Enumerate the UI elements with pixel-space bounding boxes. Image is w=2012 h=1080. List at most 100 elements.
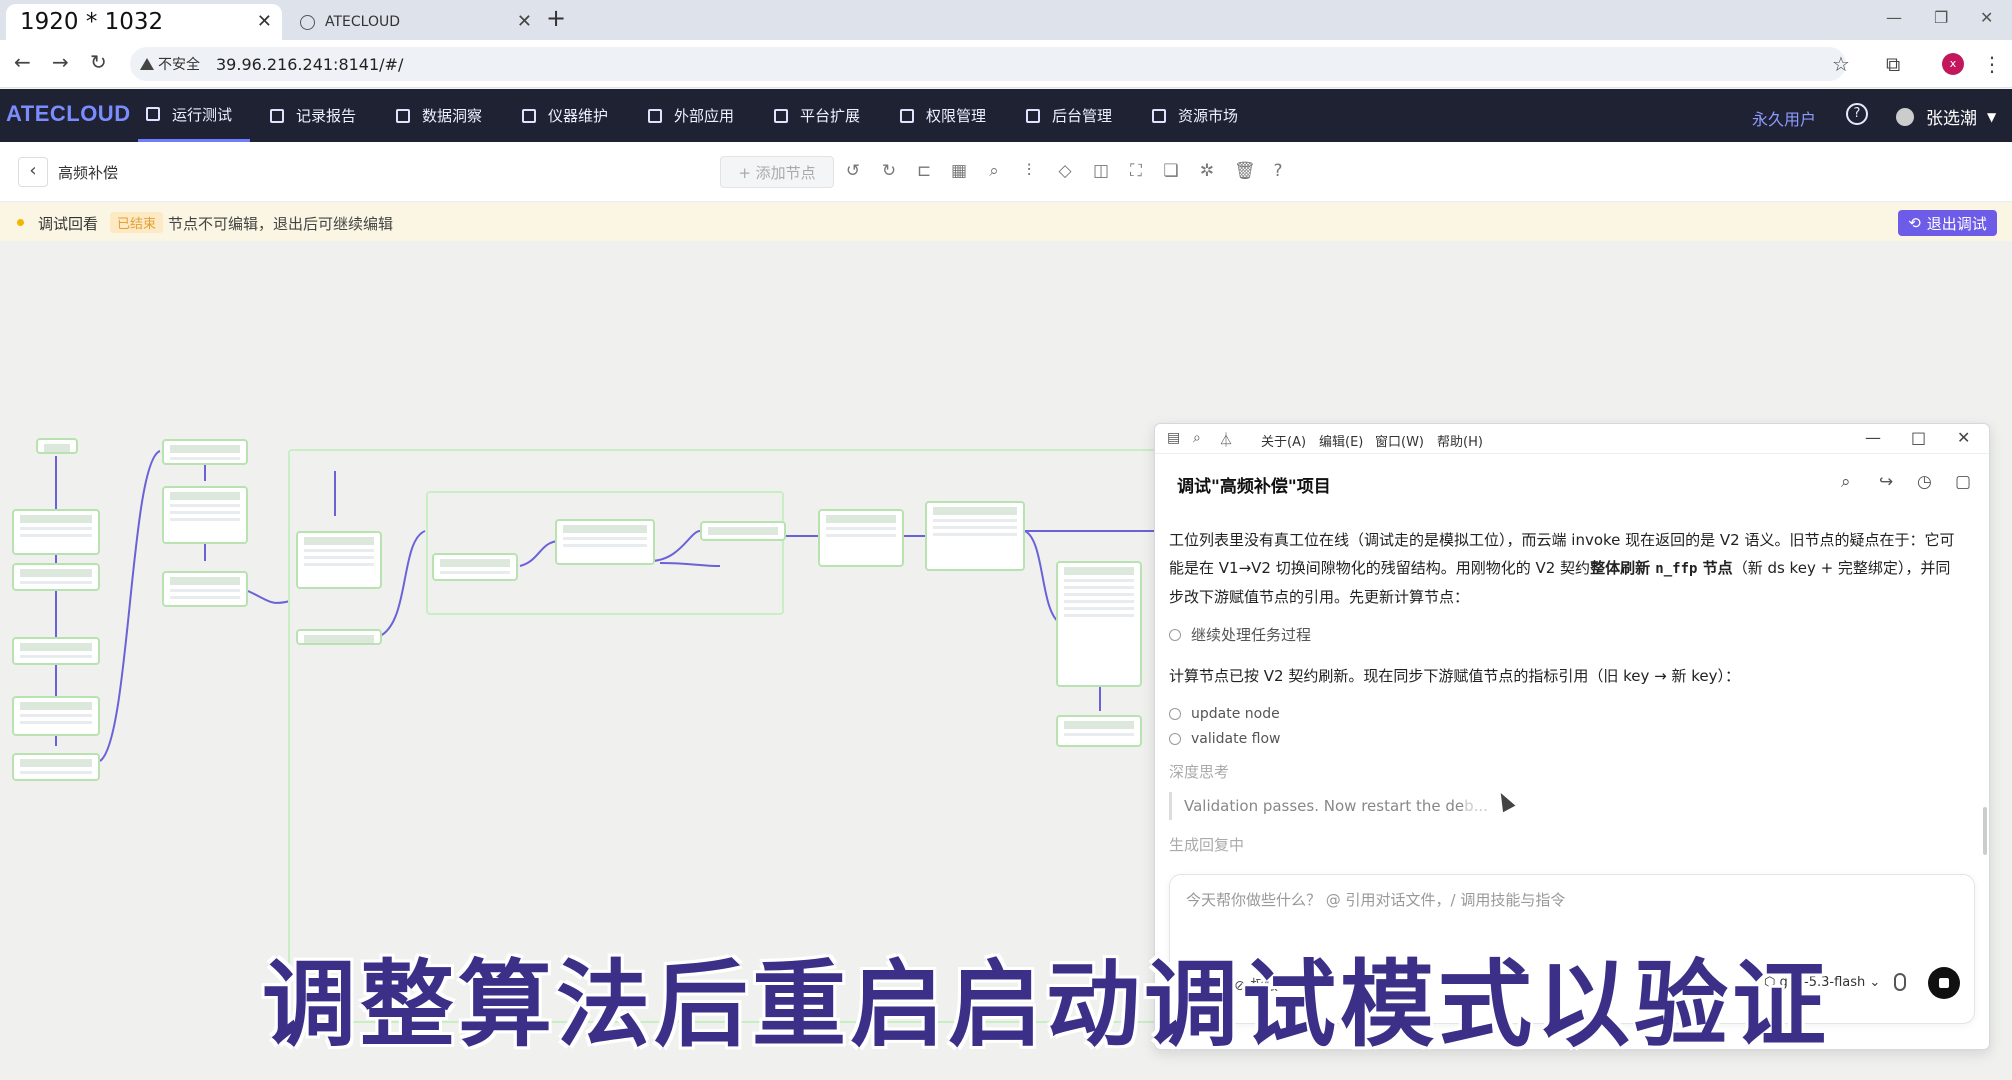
- forward-icon[interactable]: →: [52, 50, 69, 74]
- nav-item-reports[interactable]: 记录报告: [270, 89, 356, 142]
- flow-node[interactable]: [12, 696, 100, 736]
- nav-item-run-test[interactable]: 运行测试: [138, 89, 250, 142]
- flow-node[interactable]: [162, 486, 248, 544]
- minimize-icon[interactable]: —: [1865, 428, 1881, 447]
- search-icon[interactable]: ⌕: [1193, 430, 1201, 446]
- thinking-box: Validation passes. Now restart the deb..…: [1169, 792, 1488, 820]
- restore-icon[interactable]: ❐: [1934, 8, 1948, 27]
- scrollbar[interactable]: [1983, 807, 1987, 855]
- flow-node[interactable]: [296, 629, 382, 645]
- close-icon[interactable]: ✕: [1957, 428, 1970, 447]
- flow-node[interactable]: [12, 753, 100, 781]
- exit-debug-label: 退出调试: [1926, 214, 1987, 233]
- menu-window[interactable]: 窗口(W): [1375, 431, 1424, 450]
- menu-about[interactable]: 关于(A): [1261, 431, 1306, 450]
- tag-icon: [1152, 108, 1166, 123]
- nav-item-permissions[interactable]: 权限管理: [900, 89, 986, 142]
- url-text[interactable]: 39.96.216.241:8141/#/: [216, 55, 403, 74]
- debug-icon[interactable]: ✲: [1198, 162, 1216, 180]
- user-name: 张选潮: [1926, 109, 1977, 129]
- task-step-validate[interactable]: validate flow: [1169, 731, 1281, 747]
- flow-node[interactable]: [12, 509, 100, 555]
- nav-label: 数据洞察: [422, 107, 483, 125]
- close-tab-icon-2[interactable]: ✕: [517, 11, 532, 32]
- extensions-icon[interactable]: ⧉: [1886, 52, 1900, 76]
- profile-avatar[interactable]: x: [1942, 53, 1964, 75]
- nav-item-instruments[interactable]: 仪器维护: [522, 89, 608, 142]
- back-icon[interactable]: ←: [14, 50, 31, 74]
- undo-icon[interactable]: ↺: [844, 162, 862, 180]
- nav-item-market[interactable]: 资源市场: [1152, 89, 1238, 142]
- layout-icon[interactable]: ▦: [950, 162, 968, 180]
- flow-node[interactable]: [432, 553, 518, 581]
- tool-icon: [1169, 733, 1181, 745]
- tab-title: 1920 * 1032: [20, 9, 164, 35]
- editor-toolbar: ‹ 高频补偿 + 添加节点 ↺ ↻ ⊏ ▦ ⌕ ⫶ ◇ ◫ ⛶ ❏ ✲ 🗑 ?: [0, 142, 2012, 202]
- branch-icon[interactable]: ⊏: [915, 162, 933, 180]
- flow-node[interactable]: [12, 563, 100, 591]
- step-label: 继续处理任务过程: [1191, 626, 1312, 644]
- window-close-icon[interactable]: ✕: [1980, 8, 1993, 27]
- more-icon[interactable]: ⋮: [1982, 52, 2002, 76]
- task-step-update[interactable]: update node: [1169, 706, 1280, 722]
- flow-node[interactable]: [162, 439, 248, 465]
- task-step-continue[interactable]: 继续处理任务过程: [1169, 624, 1311, 645]
- app-logo[interactable]: ATECLOUD: [6, 101, 131, 127]
- layout-icon[interactable]: ▢: [1955, 472, 1971, 492]
- maximize-icon[interactable]: □: [1911, 428, 1926, 447]
- new-tab-button[interactable]: +: [546, 4, 566, 32]
- mic-icon[interactable]: [1894, 973, 1906, 991]
- filter-icon[interactable]: ⏃: [1219, 430, 1233, 450]
- nav-item-external-apps[interactable]: 外部应用: [648, 89, 734, 142]
- copy-icon[interactable]: ❏: [1162, 162, 1180, 180]
- search-icon[interactable]: ⌕: [985, 162, 1003, 180]
- minimize-icon[interactable]: —: [1886, 8, 1902, 27]
- reload-icon[interactable]: ↻: [90, 50, 107, 74]
- help-circle-icon[interactable]: ?: [1269, 162, 1287, 180]
- menu-edit[interactable]: 编辑(E): [1319, 431, 1363, 450]
- add-node-button[interactable]: + 添加节点: [720, 156, 834, 188]
- redo-icon[interactable]: ↻: [880, 162, 898, 180]
- address-bar[interactable]: 不安全 39.96.216.241:8141/#/: [130, 47, 1846, 81]
- msg-bold: 节点: [1697, 559, 1733, 577]
- generating-status: 生成回复中: [1169, 836, 1245, 854]
- nav-item-insights[interactable]: 数据洞察: [396, 89, 482, 142]
- trash-icon[interactable]: 🗑: [1234, 162, 1256, 180]
- close-tab-icon[interactable]: ✕: [257, 11, 272, 32]
- adjust-icon[interactable]: ⫶: [1020, 162, 1038, 180]
- help-icon[interactable]: ?: [1846, 103, 1868, 125]
- status-badge: 已结束: [110, 212, 164, 233]
- flow-node[interactable]: [296, 531, 382, 589]
- share-icon[interactable]: ↪: [1879, 472, 1893, 492]
- flow-node-start[interactable]: [36, 438, 78, 454]
- nav-item-admin[interactable]: 后台管理: [1026, 89, 1112, 142]
- sidebar-icon[interactable]: ▤: [1167, 430, 1180, 446]
- flow-node[interactable]: [700, 521, 786, 541]
- browser-tab-ateclOUD[interactable]: ATECLOUD ✕: [296, 6, 532, 38]
- security-label[interactable]: 不安全: [158, 54, 200, 74]
- star-icon[interactable]: ☆: [1832, 52, 1850, 76]
- flow-node[interactable]: [555, 519, 655, 565]
- nav-item-platform-ext[interactable]: 平台扩展: [774, 89, 860, 142]
- stop-button[interactable]: [1928, 967, 1960, 999]
- thinking-label[interactable]: 深度思考: [1169, 761, 1229, 782]
- flow-node[interactable]: [162, 571, 248, 607]
- shield-icon: [900, 108, 914, 123]
- nav-label: 记录报告: [296, 107, 357, 125]
- nav-label: 运行测试: [172, 105, 233, 124]
- flow-node[interactable]: [818, 509, 904, 567]
- fullscreen-icon[interactable]: ⛶: [1127, 162, 1145, 180]
- history-icon[interactable]: ◷: [1917, 472, 1932, 492]
- browser-tab-active[interactable]: 1920 * 1032 ✕: [6, 4, 282, 40]
- resize-icon[interactable]: ◫: [1092, 162, 1110, 180]
- menu-help[interactable]: 帮助(H): [1437, 431, 1483, 450]
- flow-node[interactable]: [925, 501, 1025, 571]
- search-icon[interactable]: ⌕: [1841, 472, 1851, 492]
- flow-node[interactable]: [1056, 715, 1142, 747]
- back-button[interactable]: ‹: [18, 157, 48, 187]
- flow-node[interactable]: [1056, 561, 1142, 687]
- user-menu[interactable]: 张选潮 ▼: [1896, 104, 1996, 129]
- tag-icon[interactable]: ◇: [1056, 162, 1074, 180]
- flow-node[interactable]: [12, 637, 100, 665]
- exit-debug-button[interactable]: ⟲ 退出调试: [1898, 210, 1997, 236]
